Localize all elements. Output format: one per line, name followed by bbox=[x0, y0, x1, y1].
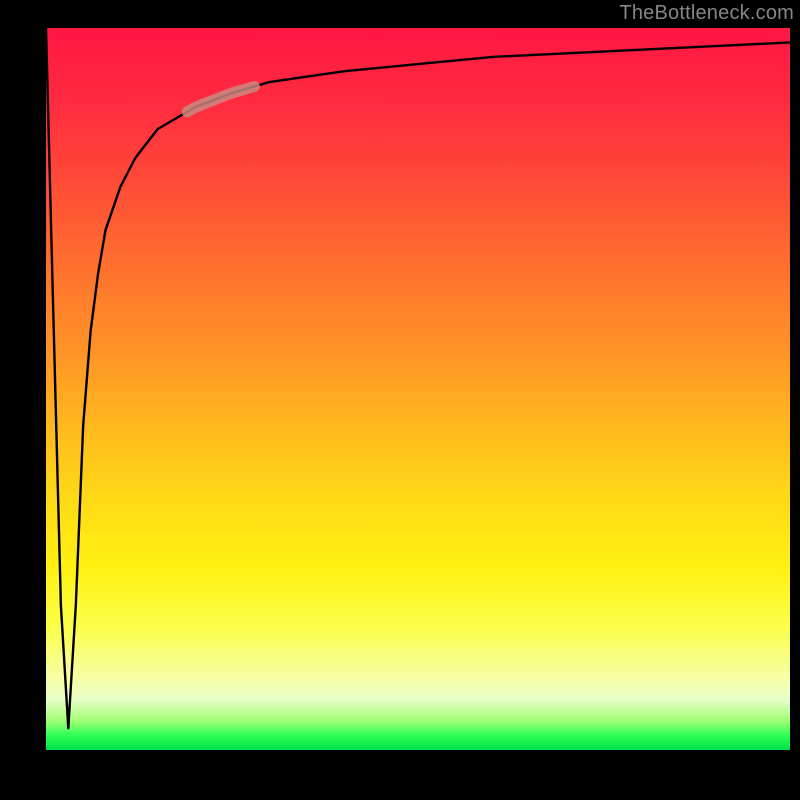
chart-frame: TheBottleneck.com bbox=[0, 0, 800, 800]
watermark-label: TheBottleneck.com bbox=[619, 2, 794, 25]
plot-gradient-background bbox=[46, 28, 790, 750]
